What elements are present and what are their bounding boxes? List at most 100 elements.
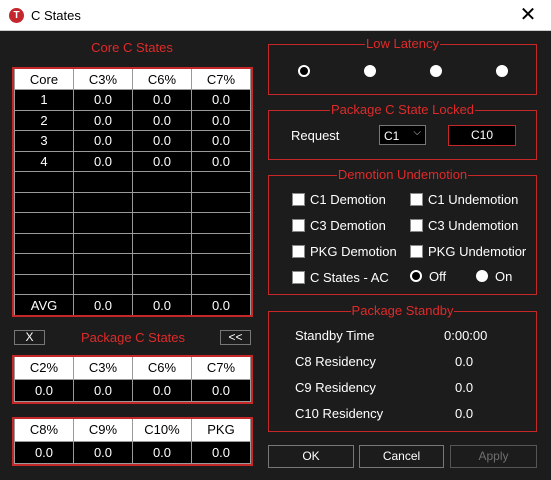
c1-demotion-label: C1 Demotion xyxy=(310,192,386,207)
table-row: 0.0 0.0 0.0 0.0 xyxy=(14,441,251,465)
table-cell: 0.0 xyxy=(132,441,192,465)
standby-time-label: Standby Time xyxy=(295,328,375,343)
low-latency-radio-4[interactable] xyxy=(496,65,508,77)
table-row xyxy=(14,212,251,234)
request-label: Request xyxy=(291,128,340,143)
low-latency-group: Low Latency xyxy=(268,36,537,95)
column-header: C8% xyxy=(14,419,74,442)
table-cell: 0.0 xyxy=(73,110,133,131)
table-cell: 0.0 xyxy=(14,379,74,403)
off-radio[interactable] xyxy=(410,270,422,282)
table-cell: 0.0 xyxy=(73,294,133,315)
table-row xyxy=(14,253,251,275)
request-select[interactable]: C1 ⌵ xyxy=(379,125,426,145)
c1-demotion-checkbox[interactable] xyxy=(292,193,305,206)
column-header: C3% xyxy=(73,357,133,380)
core-c-states-grid: Core C3% C6% C7% 1 0.0 0.0 0.0 2 0.0 0.0… xyxy=(12,67,253,317)
pkg-undemotion-checkbox[interactable] xyxy=(410,245,423,258)
table-cell: 0.0 xyxy=(132,110,192,131)
table-cell: 0.0 xyxy=(132,151,192,172)
table-cell: 0.0 xyxy=(73,441,133,465)
collapse-button[interactable]: << xyxy=(220,330,251,345)
table-cell: 0.0 xyxy=(73,89,133,111)
app-logo-icon: T xyxy=(9,8,24,23)
package-c-states-grid-1: C2% C3% C6% C7% 0.0 0.0 0.0 0.0 xyxy=(12,355,253,404)
table-cell: 0.0 xyxy=(191,441,251,465)
column-header: C10% xyxy=(132,419,192,442)
table-cell: 4 xyxy=(14,151,74,172)
low-latency-title: Low Latency xyxy=(365,36,440,51)
c3-undemotion-checkbox[interactable] xyxy=(410,219,423,232)
c10-residency-value: 0.0 xyxy=(455,406,474,421)
table-row: 0.0 0.0 0.0 0.0 xyxy=(14,379,251,403)
request-select-value: C1 xyxy=(384,129,400,143)
c3-undemotion-label: C3 Undemotion xyxy=(428,218,519,233)
column-header: C6% xyxy=(132,69,192,90)
chevron-down-icon: ⌵ xyxy=(413,127,421,138)
pkg-demotion-label: PKG Demotion xyxy=(310,244,397,259)
c9-residency-value: 0.0 xyxy=(455,380,474,395)
close-icon[interactable]: ✕ xyxy=(505,0,551,31)
average-row: AVG 0.0 0.0 0.0 xyxy=(14,294,251,315)
on-label: On xyxy=(495,269,513,284)
package-standby-title: Package Standby xyxy=(350,303,455,318)
table-row: 4 0.0 0.0 0.0 xyxy=(14,151,251,172)
column-header: C9% xyxy=(73,419,133,442)
window-title: C States xyxy=(31,8,81,23)
table-row xyxy=(14,192,251,213)
table-cell: 0.0 xyxy=(132,89,192,111)
ok-button[interactable]: OK xyxy=(268,445,354,468)
table-cell: 2 xyxy=(14,110,74,131)
core-c-states-title: Core C States xyxy=(91,40,173,55)
pkg-demotion-checkbox[interactable] xyxy=(292,245,305,258)
table-cell: 0.0 xyxy=(14,441,74,465)
table-cell: AVG xyxy=(14,294,74,315)
package-locked-title: Package C State Locked xyxy=(329,102,476,117)
column-header: C6% xyxy=(132,357,192,380)
table-cell: 0.0 xyxy=(132,379,192,403)
package-c-states-grid-2: C8% C9% C10% PKG 0.0 0.0 0.0 0.0 xyxy=(12,417,253,466)
table-cell: 3 xyxy=(14,130,74,152)
column-header: C3% xyxy=(73,69,133,90)
low-latency-radio-1[interactable] xyxy=(298,65,310,77)
c9-residency-label: C9 Residency xyxy=(295,380,376,395)
table-cell: 0.0 xyxy=(191,294,251,315)
off-label: Off xyxy=(429,269,447,284)
column-header: PKG xyxy=(191,419,251,442)
c-states-ac-checkbox[interactable] xyxy=(292,271,305,284)
column-header: C2% xyxy=(14,357,74,380)
demotion-group: Demotion Undemotion C1 Demotion C1 Undem… xyxy=(268,167,537,295)
c8-residency-value: 0.0 xyxy=(455,354,474,369)
client-area: Core C States Core C3% C6% C7% 1 0.0 0.0… xyxy=(0,31,551,480)
c10-residency-label: C10 Residency xyxy=(295,406,384,421)
table-row: 1 0.0 0.0 0.0 xyxy=(14,89,251,111)
table-row xyxy=(14,171,251,193)
pkg-undemotion-label: PKG Undemotior xyxy=(428,244,527,259)
table-row xyxy=(14,274,251,295)
table-row: 2 0.0 0.0 0.0 xyxy=(14,110,251,131)
package-c-states-title: Package C States xyxy=(80,330,186,345)
table-row: 3 0.0 0.0 0.0 xyxy=(14,130,251,152)
c-states-ac-label: C States - AC xyxy=(310,270,389,285)
low-latency-radio-3[interactable] xyxy=(430,65,442,77)
table-cell: 0.0 xyxy=(73,130,133,152)
on-radio[interactable] xyxy=(476,270,488,282)
demotion-title: Demotion Undemotion xyxy=(336,167,469,182)
package-standby-group: Package Standby Standby Time 0:00:00 C8 … xyxy=(268,303,537,432)
column-header: Core xyxy=(14,69,74,90)
table-cell: 1 xyxy=(14,89,74,111)
column-header: C7% xyxy=(191,357,251,380)
c1-undemotion-checkbox[interactable] xyxy=(410,193,423,206)
c3-demotion-checkbox[interactable] xyxy=(292,219,305,232)
apply-button[interactable]: Apply xyxy=(450,445,537,468)
c8-residency-label: C8 Residency xyxy=(295,354,376,369)
table-cell: 0.0 xyxy=(132,294,192,315)
package-locked-group: Package C State Locked Request C1 ⌵ C10 xyxy=(268,102,537,160)
low-latency-radio-2[interactable] xyxy=(364,65,376,77)
locked-state-value: C10 xyxy=(448,125,516,146)
table-cell: 0.0 xyxy=(73,379,133,403)
table-cell: 0.0 xyxy=(191,130,251,152)
table-cell: 0.0 xyxy=(191,110,251,131)
cancel-button[interactable]: Cancel xyxy=(359,445,444,468)
x-button[interactable]: X xyxy=(14,330,45,345)
